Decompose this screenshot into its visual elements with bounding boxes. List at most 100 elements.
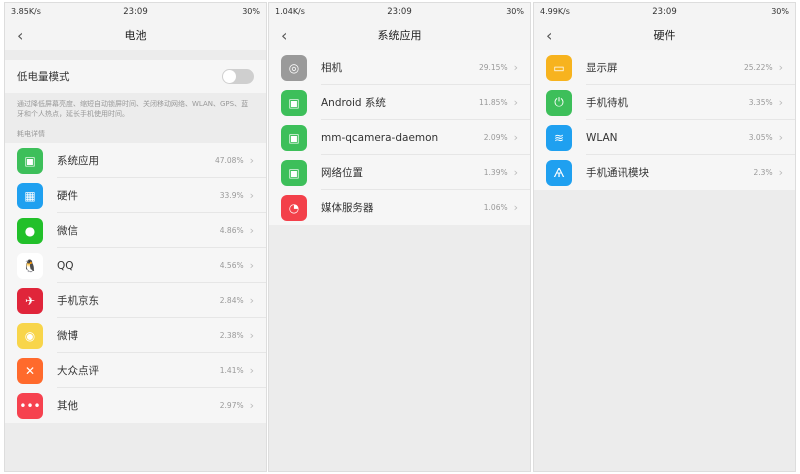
power-icon: ⏻: [546, 89, 572, 116]
chevron-right-icon: ›: [513, 131, 518, 144]
antenna-icon: Ѧ: [546, 159, 572, 186]
wifi-icon: ≋: [546, 124, 572, 151]
chevron-right-icon: ›: [249, 224, 254, 237]
chevron-right-icon: ›: [249, 399, 254, 412]
list-item[interactable]: ◎ 相机 29.15% ›: [269, 50, 530, 85]
item-percent: 4.56%: [219, 261, 244, 270]
qq-penguin-icon: 🐧: [17, 252, 43, 279]
list-item[interactable]: ••• 其他 2.97% ›: [5, 388, 266, 423]
chevron-right-icon: ›: [778, 61, 783, 74]
item-percent: 2.97%: [219, 401, 244, 410]
clock: 23:09: [123, 6, 148, 17]
item-percent: 1.41%: [219, 366, 244, 375]
display-icon: ▭: [546, 54, 572, 81]
list-item[interactable]: ● 微信 4.86% ›: [5, 213, 266, 248]
item-percent: 3.05%: [748, 133, 773, 142]
item-percent: 3.35%: [748, 98, 773, 107]
chevron-right-icon: ›: [249, 329, 254, 342]
item-percent: 2.84%: [219, 296, 244, 305]
list-item[interactable]: ▣ 系统应用 47.08% ›: [5, 143, 266, 178]
item-percent: 29.15%: [478, 63, 508, 72]
item-label: 媒体服务器: [321, 202, 374, 214]
back-button[interactable]: ‹: [546, 26, 552, 45]
item-label: 微信: [57, 225, 78, 237]
item-percent: 2.38%: [219, 331, 244, 340]
hardware-panel: 4.99K/s 23:09 30% ‹ 硬件 ▭ 显示屏 25.22% › ⏻ 手机待机…: [533, 2, 796, 472]
back-button[interactable]: ‹: [17, 26, 23, 45]
page-title: 系统应用: [377, 29, 422, 42]
list-item[interactable]: Ѧ 手机通讯模块 2.3% ›: [534, 155, 795, 190]
item-label: 手机京东: [57, 295, 99, 307]
item-label: 手机通讯模块: [586, 167, 649, 179]
item-label: Android 系统: [321, 97, 386, 109]
item-label: 大众点评: [57, 365, 99, 377]
low-power-label: 低电量模式: [17, 71, 70, 83]
page-title: 电池: [124, 29, 147, 42]
android-icon: ▣: [281, 124, 307, 151]
chevron-right-icon: ›: [778, 96, 783, 109]
chevron-right-icon: ›: [513, 166, 518, 179]
item-label: 显示屏: [586, 62, 618, 74]
list-item[interactable]: ▭ 显示屏 25.22% ›: [534, 50, 795, 85]
item-label: 系统应用: [57, 155, 99, 167]
item-label: 手机待机: [586, 97, 628, 109]
android-icon: ▣: [17, 147, 43, 174]
page-title: 硬件: [653, 29, 676, 42]
list-item[interactable]: ◔ 媒体服务器 1.06% ›: [269, 190, 530, 225]
item-percent: 4.86%: [219, 226, 244, 235]
list-item[interactable]: ✈ 手机京东 2.84% ›: [5, 283, 266, 318]
chevron-right-icon: ›: [513, 96, 518, 109]
item-label: 其他: [57, 400, 78, 412]
item-percent: 25.22%: [743, 63, 773, 72]
item-label: 相机: [321, 62, 342, 74]
list-item[interactable]: ▣ mm-qcamera-daemon 2.09% ›: [269, 120, 530, 155]
list-item[interactable]: ▦ 硬件 33.9% ›: [5, 178, 266, 213]
chevron-right-icon: ›: [249, 364, 254, 377]
android-icon: ▣: [281, 89, 307, 116]
list-item[interactable]: ◉ 微博 2.38% ›: [5, 318, 266, 353]
weibo-icon: ◉: [17, 322, 43, 349]
list-item[interactable]: ▣ Android 系统 11.85% ›: [269, 85, 530, 120]
item-label: WLAN: [586, 131, 618, 144]
list-item[interactable]: ▣ 网络位置 1.39% ›: [269, 155, 530, 190]
android-icon: ▣: [281, 159, 307, 186]
chevron-right-icon: ›: [249, 154, 254, 167]
chevron-right-icon: ›: [513, 61, 518, 74]
chevron-right-icon: ›: [513, 201, 518, 214]
low-power-toggle[interactable]: [222, 69, 254, 84]
item-percent: 1.39%: [483, 168, 508, 177]
item-label: 网络位置: [321, 167, 363, 179]
wechat-icon: ●: [17, 217, 43, 244]
more-icon: •••: [17, 392, 43, 419]
item-label: 硬件: [57, 190, 78, 202]
media-server-icon: ◔: [281, 194, 307, 221]
back-button[interactable]: ‹: [281, 26, 287, 45]
section-label: 耗电详情: [17, 130, 45, 138]
item-label: QQ: [57, 259, 74, 272]
status-bar: 4.99K/s 23:09 30%: [534, 3, 795, 20]
status-bar: 1.04K/s 23:09 30%: [269, 3, 530, 20]
clock: 23:09: [387, 6, 412, 17]
jd-icon: ✈: [17, 287, 43, 314]
low-power-row: 低电量模式: [5, 60, 266, 93]
status-bar: 3.85K/s 23:09 30%: [5, 3, 266, 20]
chevron-right-icon: ›: [249, 189, 254, 202]
list-item[interactable]: 🐧 QQ 4.56% ›: [5, 248, 266, 283]
list-item[interactable]: ⏻ 手机待机 3.35% ›: [534, 85, 795, 120]
item-percent: 11.85%: [478, 98, 508, 107]
chevron-right-icon: ›: [249, 259, 254, 272]
camera-icon: ◎: [281, 54, 307, 81]
battery-panel: 3.85K/s 23:09 30% ‹ 电池 低电量模式 通过降低屏幕亮度、缩短自动锁…: [4, 2, 267, 472]
list-item[interactable]: ≋ WLAN 3.05% ›: [534, 120, 795, 155]
item-label: 微博: [57, 330, 78, 342]
chevron-right-icon: ›: [778, 166, 783, 179]
dianping-icon: ✕: [17, 357, 43, 384]
chip-icon: ▦: [17, 182, 43, 209]
item-percent: 2.3%: [753, 168, 773, 177]
list-item[interactable]: ✕ 大众点评 1.41% ›: [5, 353, 266, 388]
item-percent: 47.08%: [214, 156, 244, 165]
item-percent: 33.9%: [219, 191, 244, 200]
low-power-description: 通过降低屏幕亮度、缩短自动锁屏时间、关闭移动网络、WLAN、GPS、蓝牙和个人热…: [17, 100, 249, 118]
clock: 23:09: [652, 6, 677, 17]
chevron-right-icon: ›: [249, 294, 254, 307]
